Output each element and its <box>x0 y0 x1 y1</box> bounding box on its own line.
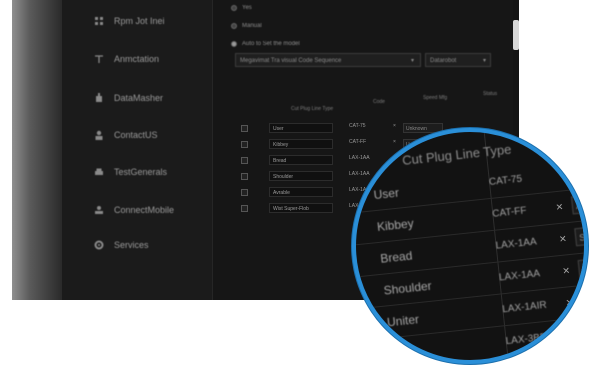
magnified-row-code: LAX-1AIR <box>501 299 548 316</box>
magnified-row-code: LAX-1AA <box>495 236 538 252</box>
sidebar-item-label: ContactUS <box>114 130 158 140</box>
row-name: User <box>269 123 333 133</box>
option-label: Manual <box>242 23 262 29</box>
option-label: Auto to Set the model <box>242 41 300 47</box>
magnified-row-name: Kibbey <box>376 216 415 234</box>
sidebar-item-7[interactable]: Services <box>94 240 149 250</box>
remove-icon: × <box>555 199 564 215</box>
magnified-row-code: CAT-FF <box>491 205 528 220</box>
magnified-table: Cut Plug Line Type User CAT-75 Kibbey CA… <box>356 132 584 360</box>
remove-icon[interactable]: × <box>393 123 396 129</box>
chevron-down-icon: ▾ <box>410 58 414 64</box>
table-header-code: Code <box>373 99 385 105</box>
car-icon <box>94 167 104 177</box>
magnified-dropdown: Sb <box>574 225 584 247</box>
sidebar-item-label: Rpm Jot Inei <box>114 16 165 26</box>
magnified-dropdown: Ar <box>570 193 584 215</box>
remove-icon: × <box>565 294 574 310</box>
sidebar-item-6[interactable]: ConnectMobile <box>94 205 174 215</box>
radio-icon <box>231 41 237 47</box>
magnified-dropdown: At <box>577 257 584 279</box>
sidebar: Rpm Jot Inei Anmctation DataMasher Conta… <box>62 0 213 300</box>
row-checkbox[interactable] <box>241 125 248 132</box>
remove-icon: × <box>561 263 571 278</box>
magnifier-lens: Cut Plug Line Type User CAT-75 Kibbey CA… <box>352 128 588 364</box>
magnified-header: Cut Plug Line Type <box>401 141 513 168</box>
sidebar-item-5[interactable]: TestGenerals <box>94 167 167 177</box>
sidebar-item-label: TestGenerals <box>114 167 168 177</box>
text-icon <box>94 54 104 64</box>
row-name: Shoulder <box>269 171 333 181</box>
row-name: Avrable <box>269 187 333 197</box>
row-name: Wist Super-Flob <box>269 203 333 213</box>
sequence-select[interactable]: Megavimat Tra visual Code Sequence ▾ <box>235 53 421 67</box>
radio-icon <box>231 23 237 29</box>
chevron-down-icon: ▾ <box>482 58 486 64</box>
magnified-row-name: Uniter <box>386 312 420 330</box>
row-checkbox[interactable] <box>241 189 248 196</box>
option-yes[interactable]: Yes <box>231 5 252 11</box>
row-checkbox[interactable] <box>241 205 248 212</box>
magnified-row-code: CAT-75 <box>488 173 523 189</box>
robot-icon <box>94 93 104 103</box>
row-code: CAT-75 <box>349 123 366 129</box>
row-name: Bread <box>269 155 333 165</box>
magnified-row-code: LAX-3BB <box>505 331 548 348</box>
row-checkbox[interactable] <box>241 157 248 164</box>
sidebar-item-3[interactable]: DataMasher <box>94 93 163 103</box>
table-header-status: Status <box>483 91 498 97</box>
device-edge <box>513 20 519 50</box>
radio-icon <box>231 5 237 11</box>
magnified-row-code: LAX-1AA <box>498 268 541 284</box>
people-icon <box>94 205 104 215</box>
row-name: Kibbey <box>269 139 333 149</box>
grid-icon <box>94 16 104 26</box>
sidebar-item-label: Services <box>114 240 149 250</box>
sidebar-item-label: ConnectMobile <box>114 205 175 215</box>
option-label: Yes <box>242 5 252 11</box>
sidebar-item-label: Anmctation <box>114 54 160 64</box>
device-bezel <box>12 0 62 300</box>
row-checkbox[interactable] <box>241 141 248 148</box>
option-manual[interactable]: Manual <box>231 23 262 29</box>
option-auto[interactable]: Auto to Set the model <box>231 41 300 47</box>
sequence-select-value: Megavimat Tra visual Code Sequence <box>240 58 342 64</box>
gear-icon <box>94 240 104 250</box>
magnified-row-name: User <box>372 185 400 203</box>
sidebar-item-4[interactable]: ContactUS <box>94 130 158 140</box>
table-header-speed: Speed Mfg <box>423 95 448 101</box>
sidebar-item-1[interactable]: Rpm Jot Inei <box>94 16 165 26</box>
extra-select-value: Datarobot <box>430 58 457 64</box>
sidebar-item-label: DataMasher <box>114 93 164 103</box>
magnified-row-name: Bread <box>379 248 413 266</box>
remove-icon: × <box>558 231 568 246</box>
extra-select[interactable]: Datarobot ▾ <box>425 53 491 67</box>
magnified-row-name: Shoulder <box>383 278 433 298</box>
person-icon <box>94 130 104 140</box>
row-checkbox[interactable] <box>241 173 248 180</box>
table-header-name: Cut Plug Line Type <box>291 106 334 112</box>
sidebar-item-2[interactable]: Anmctation <box>94 54 159 64</box>
